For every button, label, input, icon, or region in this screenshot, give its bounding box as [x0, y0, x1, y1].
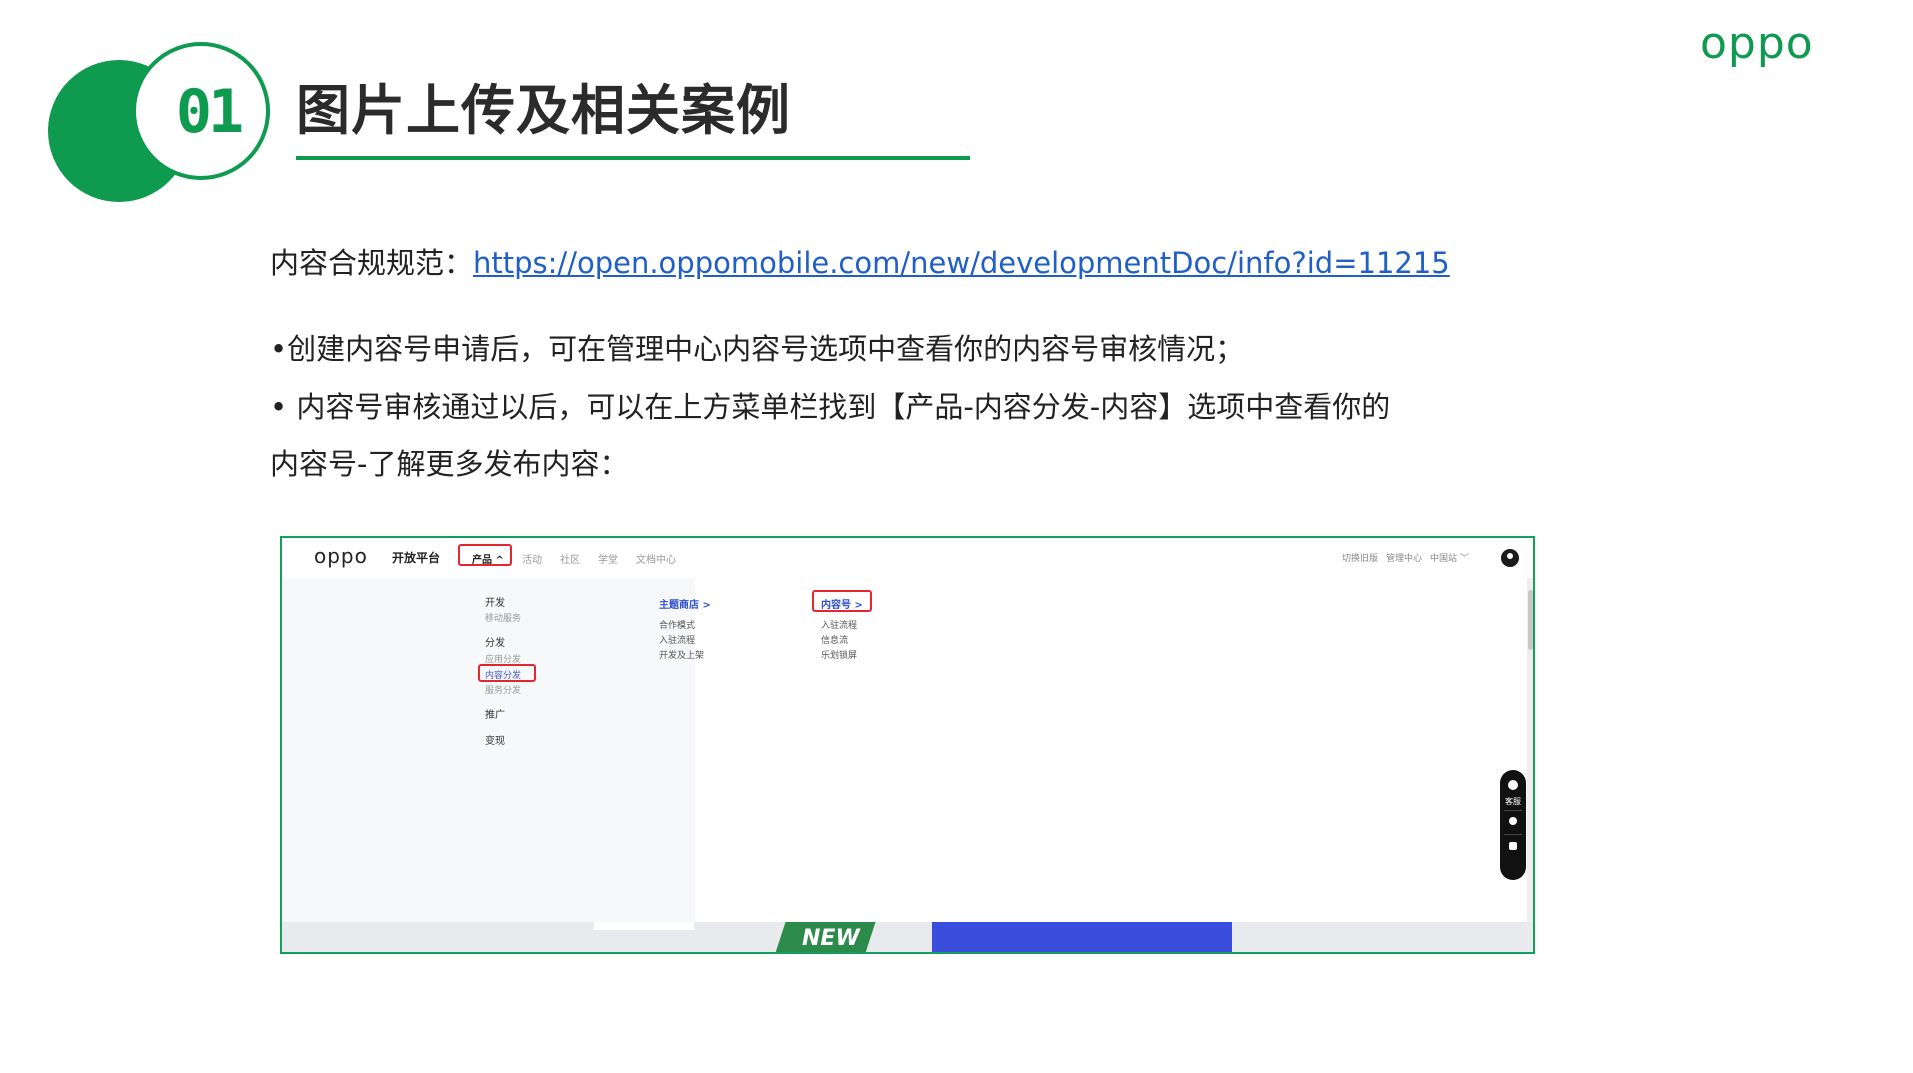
col-theme-store-title[interactable]: 主题商店 > [659, 596, 711, 611]
col-theme-store-item[interactable]: 开发及上架 [659, 648, 704, 661]
col-theme-store-item[interactable]: 入驻流程 [659, 633, 695, 646]
slide-number: 01 [175, 77, 244, 147]
nav-activity[interactable]: 活动 [522, 551, 542, 566]
highlight-box-product [458, 544, 512, 566]
nav-academy[interactable]: 学堂 [598, 551, 618, 566]
banner-strip [282, 922, 1533, 952]
embedded-screenshot: oppo 开放平台 产品 ^ 活动 社区 学堂 文档中心 切换旧版 管理中心 中… [280, 536, 1535, 954]
menu-monetize[interactable]: 变现 [485, 732, 505, 747]
menu-service-distribution[interactable]: 服务分发 [485, 683, 521, 696]
col-content-account-item[interactable]: 乐划锁屏 [821, 648, 857, 661]
menu-left-panel [282, 578, 695, 922]
toolbar-divider [1504, 834, 1522, 835]
scrollbar-thumb[interactable] [1528, 590, 1533, 650]
nav-manage-center[interactable]: 管理中心 [1386, 551, 1422, 564]
highlight-box-content-account [812, 590, 872, 612]
title-underline [296, 156, 970, 160]
slide-title: 图片上传及相关案例 [296, 79, 791, 142]
col-content-account-item[interactable]: 信息流 [821, 633, 848, 646]
menu-mobile-service[interactable]: 移动服务 [485, 611, 521, 624]
compliance-label: 内容合规规范： [270, 246, 474, 280]
menu-distribution[interactable]: 分发 [485, 634, 505, 649]
floating-toolbar: 客服 [1500, 770, 1526, 880]
screenshot-oppo-logo: oppo [314, 544, 368, 568]
col-content-account-item[interactable]: 入驻流程 [821, 618, 857, 631]
menu-content-panel [695, 578, 1527, 922]
highlight-box-content-distribution [478, 664, 536, 682]
toolbar-divider [1504, 810, 1522, 811]
compliance-line: 内容合规规范：https://open.oppomobile.com/new/d… [270, 246, 1450, 281]
bullet-2-line-2: 内容号-了解更多发布内容： [270, 447, 629, 481]
nav-old-version[interactable]: 切换旧版 [1342, 551, 1378, 564]
customer-service-icon[interactable] [1508, 780, 1518, 790]
avatar[interactable] [1501, 549, 1519, 567]
nav-region[interactable]: 中国站 ﹀ [1430, 551, 1469, 564]
lightbulb-icon[interactable] [1509, 817, 1517, 825]
customer-service-label[interactable]: 客服 [1502, 796, 1524, 807]
document-icon[interactable] [1509, 842, 1517, 850]
banner-new-label: NEW [802, 926, 860, 951]
col-theme-store-item[interactable]: 合作模式 [659, 618, 695, 631]
menu-dev[interactable]: 开发 [485, 594, 505, 609]
bullet-1: •创建内容号申请后，可在管理中心内容号选项中查看你的内容号审核情况； [270, 332, 1245, 366]
oppo-logo: oppo [1700, 18, 1814, 69]
bullet-2-line-1: • 内容号审核通过以后，可以在上方菜单栏找到【产品-内容分发-内容】选项中查看你… [270, 390, 1391, 424]
banner-white-piece [594, 922, 694, 930]
banner-blue-block [932, 922, 1232, 952]
nav-docs[interactable]: 文档中心 [636, 551, 676, 566]
nav-community[interactable]: 社区 [560, 551, 580, 566]
menu-promotion[interactable]: 推广 [485, 706, 505, 721]
screenshot-platform-name: 开放平台 [392, 551, 441, 565]
compliance-link[interactable]: https://open.oppomobile.com/new/developm… [473, 246, 1450, 280]
